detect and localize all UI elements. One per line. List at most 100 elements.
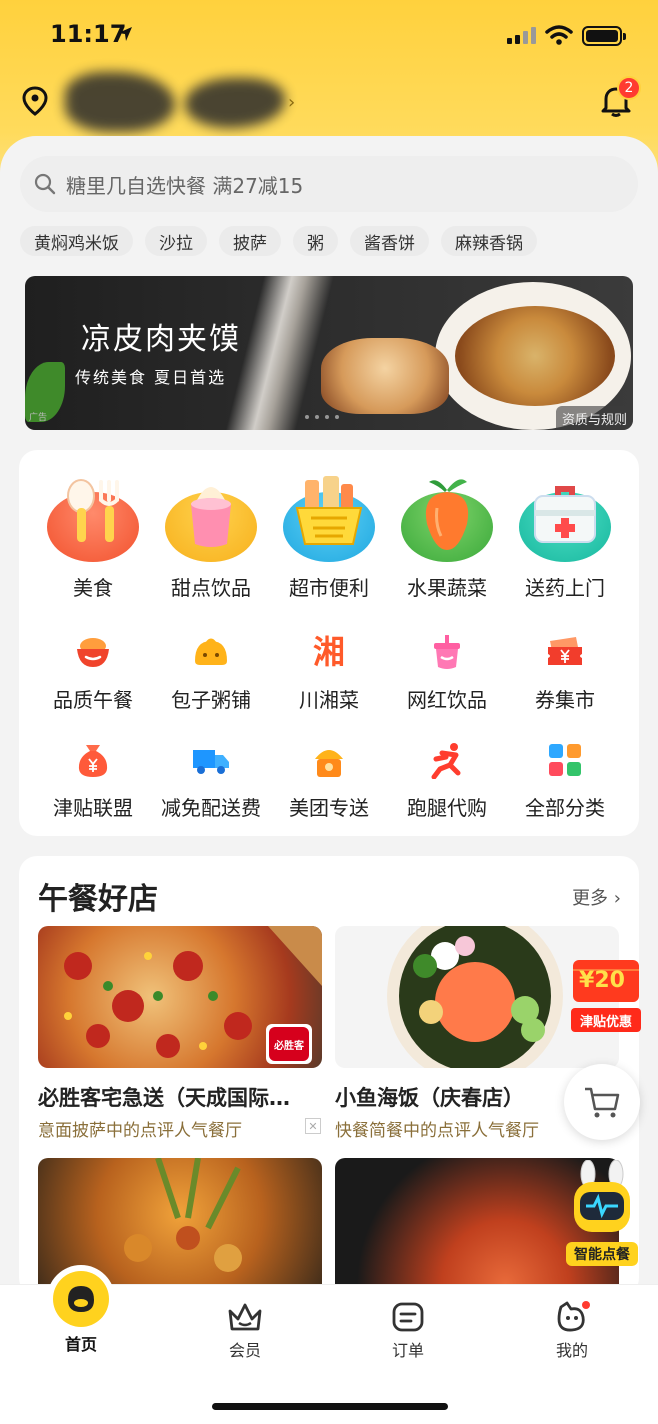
smart-order-assistant[interactable]: 智能点餐 [566, 1159, 638, 1266]
shop-description: 意面披萨中的点评人气餐厅 [38, 1121, 242, 1141]
banner-noodles-image [455, 306, 615, 406]
chevron-right-icon: › [613, 888, 621, 909]
coupon-icon [545, 632, 585, 672]
category-label: 全部分类 [525, 796, 605, 820]
promo-banner[interactable]: 凉皮肉夹馍 传统美食 夏日首选 广告 资质与规则 [25, 276, 633, 430]
category-label: 品质午餐 [53, 688, 133, 712]
categories-row-2: 品质午餐 包子粥铺 湘 川湘菜 网红饮品 券集市 [19, 632, 639, 713]
address-chevron-icon[interactable]: › [288, 92, 295, 113]
category-food[interactable]: 美食 [34, 474, 152, 601]
search-bar[interactable]: 糖里几自选快餐 满27减15 [20, 156, 638, 212]
category-label: 甜点饮品 [171, 576, 251, 600]
more-link[interactable]: 更多 › [572, 884, 621, 910]
bun-icon [191, 632, 231, 672]
tab-profile[interactable]: 我的 [512, 1301, 632, 1361]
category-label: 包子粥铺 [171, 688, 251, 712]
category-allowance-league[interactable]: 津贴联盟 [34, 740, 152, 821]
hot-tag[interactable]: 粥 [293, 226, 338, 256]
tab-label: 订单 [391, 1341, 424, 1360]
category-label: 美团专送 [289, 796, 369, 820]
section-title: 午餐好店 [38, 882, 158, 917]
robot-label: 智能点餐 [566, 1242, 638, 1266]
banner-brush-decoration [225, 276, 335, 430]
pizza-hut-logo: 必胜客 [266, 1024, 312, 1064]
category-fruit[interactable]: 水果蔬菜 [388, 474, 506, 601]
category-buns-porridge[interactable]: 包子粥铺 [152, 632, 270, 713]
search-icon [34, 173, 56, 195]
basket-icon [281, 474, 377, 564]
wifi-icon [545, 25, 573, 45]
banner-bread-image [321, 338, 449, 414]
category-label: 跑腿代购 [407, 796, 487, 820]
category-sichuan-hunan[interactable]: 湘 川湘菜 [270, 632, 388, 713]
category-label: 网红饮品 [407, 688, 487, 712]
category-label: 津贴联盟 [53, 796, 133, 820]
close-icon[interactable]: ✕ [305, 1118, 321, 1134]
category-quality-lunch[interactable]: 品质午餐 [34, 632, 152, 713]
lunch-shops-card: 午餐好店 更多 › 必胜客 必胜客宅急送（天成国际… 意面披萨中的点评人气餐厅 … [19, 856, 639, 1296]
allowance-promo[interactable]: ¥20 津贴优惠 [571, 956, 641, 1036]
cart-icon [585, 1087, 620, 1118]
category-card: 美食 甜点饮品 超市便利 水果蔬菜 送药上门 品质午餐 包子粥铺 湘 川湘菜 网… [19, 450, 639, 836]
banner-rules-link[interactable]: 资质与规则 [555, 406, 633, 430]
money-bag-icon [73, 740, 113, 780]
rider-icon [309, 740, 349, 780]
address-redacted[interactable] [55, 72, 285, 134]
fruit-icon [399, 474, 495, 564]
hot-tag[interactable]: 麻辣香锅 [441, 226, 537, 256]
rice-bowl-icon [73, 632, 113, 672]
banner-ad-tag: 广告 [29, 413, 48, 423]
search-placeholder: 糖里几自选快餐 满27减15 [66, 173, 304, 198]
crown-icon [228, 1303, 262, 1331]
shop-image-pizza[interactable]: 必胜客 [38, 926, 322, 1068]
category-label: 川湘菜 [299, 688, 359, 712]
tab-orders[interactable]: 订单 [348, 1301, 468, 1361]
hot-tag[interactable]: 披萨 [219, 226, 281, 256]
status-time: 11:17 [50, 20, 127, 48]
banner-subtitle: 传统美食 夏日首选 [75, 368, 227, 387]
location-arrow-icon [118, 27, 132, 41]
category-medicine[interactable]: 送药上门 [506, 474, 624, 601]
categories-row-3: 津贴联盟 减免配送费 美团专送 跑腿代购 全部分类 [19, 740, 639, 821]
xiang-glyph: 湘 [312, 633, 345, 671]
cutlery-icon [45, 474, 141, 564]
hot-search-tags: 黄焖鸡米饭 沙拉 披萨 粥 酱香饼 麻辣香锅 [20, 226, 537, 256]
category-supermarket[interactable]: 超市便利 [270, 474, 388, 601]
category-trendy-drinks[interactable]: 网红饮品 [388, 632, 506, 713]
profile-icon [557, 1301, 590, 1332]
status-bar: 11:17 [0, 0, 658, 70]
category-label: 水果蔬菜 [407, 576, 487, 600]
more-label: 更多 [572, 888, 609, 909]
category-label: 减免配送费 [161, 796, 261, 820]
tab-member[interactable]: 会员 [185, 1301, 305, 1361]
battery-icon [582, 26, 626, 46]
notification-badge: 2 [617, 76, 641, 100]
hot-tag[interactable]: 黄焖鸡米饭 [20, 226, 133, 256]
banner-pagination [305, 415, 339, 419]
category-dessert[interactable]: 甜点饮品 [152, 474, 270, 601]
category-free-delivery[interactable]: 减免配送费 [152, 740, 270, 821]
category-meituan-delivery[interactable]: 美团专送 [270, 740, 388, 821]
runner-icon [427, 740, 467, 780]
hot-tag[interactable]: 酱香饼 [350, 226, 429, 256]
main-categories: 美食 甜点饮品 超市便利 水果蔬菜 送药上门 [19, 474, 639, 601]
category-all[interactable]: 全部分类 [506, 740, 624, 821]
category-coupon-market[interactable]: 券集市 [506, 632, 624, 713]
tab-label: 会员 [228, 1341, 261, 1360]
tab-label: 首页 [64, 1335, 97, 1354]
cellular-signal-icon [507, 27, 536, 44]
robot-icon [574, 1159, 630, 1232]
location-pin-icon[interactable] [22, 86, 48, 116]
order-icon [392, 1302, 424, 1332]
banner-title: 凉皮肉夹馍 [81, 322, 241, 357]
category-label: 送药上门 [525, 576, 605, 600]
tab-label: 我的 [555, 1341, 588, 1360]
cart-button[interactable] [564, 1064, 640, 1140]
drink-cup-icon [427, 632, 467, 672]
hot-tag[interactable]: 沙拉 [145, 226, 207, 256]
tab-home[interactable]: 首页 [21, 1271, 141, 1355]
category-errand[interactable]: 跑腿代购 [388, 740, 506, 821]
category-label: 美食 [73, 576, 113, 600]
xiang-char-icon: 湘 [309, 632, 349, 672]
shop-name[interactable]: 必胜客宅急送（天成国际… [38, 1082, 318, 1112]
